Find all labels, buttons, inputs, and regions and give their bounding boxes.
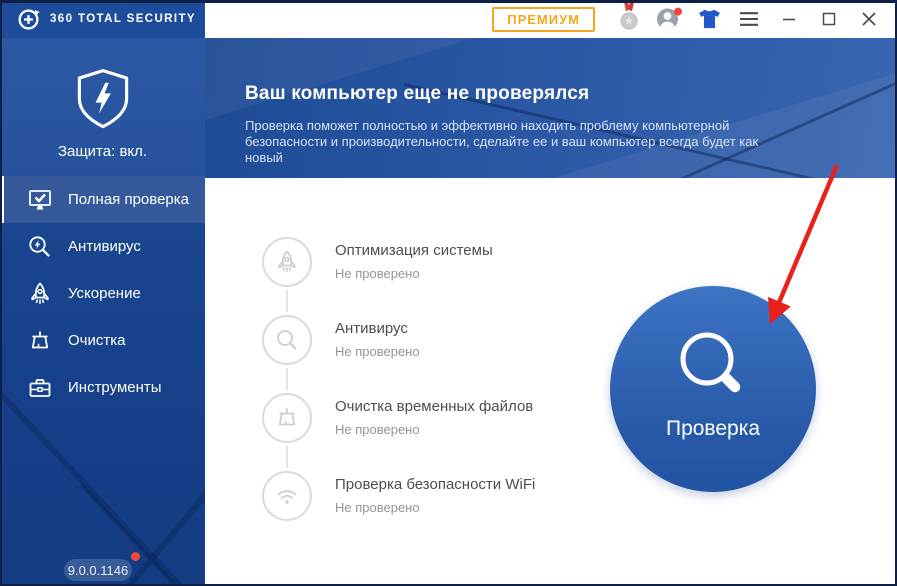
sidebar-item-full-scan[interactable]: Полная проверка (0, 176, 205, 223)
scan-item-status: Не проверено (335, 344, 420, 359)
scan-item-title: Оптимизация системы (335, 242, 493, 259)
user-avatar-icon[interactable] (649, 0, 689, 38)
shield-lightning-icon (75, 68, 131, 131)
sidebar-item-label: Ускорение (68, 285, 141, 302)
protection-status-block[interactable]: Защита: вкл. (0, 38, 205, 176)
sidebar-nav: Полная проверка Антивирус (0, 176, 205, 411)
scan-item-antivirus: Антивирус Не проверено (262, 315, 535, 393)
rocket-icon (27, 281, 53, 307)
scan-button-label: Проверка (666, 417, 760, 441)
titlebar: 360 TOTAL SECURITY ПРЕМИУМ (0, 0, 897, 38)
main-panel: Ваш компьютер еще не проверялся Проверка… (205, 38, 897, 586)
scan-item-title: Проверка безопасности WiFi (335, 476, 535, 493)
scan-checklist: Оптимизация системы Не проверено Антивир… (262, 237, 535, 549)
theme-shirt-icon[interactable] (689, 0, 729, 38)
minimize-button[interactable] (769, 0, 809, 38)
wifi-icon (262, 471, 312, 521)
hero-banner: Ваш компьютер еще не проверялся Проверка… (205, 38, 897, 178)
scan-button[interactable]: Проверка (610, 286, 816, 492)
scan-item-wifi-security: Проверка безопасности WiFi Не проверено (262, 471, 535, 549)
scan-item-status: Не проверено (335, 266, 493, 281)
logo-icon (16, 7, 41, 32)
scan-item-title: Очистка временных файлов (335, 398, 533, 415)
scan-item-status: Не проверено (335, 422, 533, 437)
scan-item-system-optimization: Оптимизация системы Не проверено (262, 237, 535, 315)
medal-icon[interactable] (609, 0, 649, 40)
version-badge: 9.0.0.1146 (64, 559, 132, 581)
broom-icon (27, 328, 53, 354)
scan-item-temp-files-cleanup: Очистка временных файлов Не проверено (262, 393, 535, 471)
rocket-icon (262, 237, 312, 287)
sidebar-item-label: Антивирус (68, 238, 141, 255)
magnifier-icon (671, 325, 755, 409)
close-button[interactable] (849, 0, 889, 38)
sidebar-item-label: Инструменты (68, 379, 162, 396)
app-logo: 360 TOTAL SECURITY (0, 0, 205, 38)
toolbox-icon (27, 375, 53, 401)
version-text: 9.0.0.1146 (68, 563, 128, 578)
protection-status-label: Защита: вкл. (58, 143, 147, 160)
sidebar-item-cleanup[interactable]: Очистка (0, 317, 205, 364)
sidebar-item-label: Полная проверка (68, 191, 189, 208)
hero-description: Проверка поможет полностью и эффективно … (245, 118, 793, 166)
update-notification-dot (131, 552, 140, 561)
sidebar-item-antivirus[interactable]: Антивирус (0, 223, 205, 270)
maximize-button[interactable] (809, 0, 849, 38)
sidebar: Защита: вкл. Полная проверка (0, 38, 205, 586)
antivirus-magnifier-icon (27, 234, 53, 260)
app-window: 360 TOTAL SECURITY ПРЕМИУМ (0, 0, 897, 586)
menu-icon[interactable] (729, 0, 769, 38)
monitor-check-icon (27, 187, 53, 213)
scan-item-status: Не проверено (335, 500, 535, 515)
hero-title: Ваш компьютер еще не проверялся (245, 83, 857, 105)
magnifier-icon (262, 315, 312, 365)
sidebar-item-speedup[interactable]: Ускорение (0, 270, 205, 317)
titlebar-controls: ПРЕМИУМ (205, 0, 897, 38)
sidebar-item-label: Очистка (68, 332, 125, 349)
premium-button[interactable]: ПРЕМИУМ (492, 7, 595, 32)
sidebar-item-tools[interactable]: Инструменты (0, 364, 205, 411)
scan-item-title: Антивирус (335, 320, 420, 337)
broom-icon (262, 393, 312, 443)
logo-text: 360 TOTAL SECURITY (50, 13, 196, 25)
